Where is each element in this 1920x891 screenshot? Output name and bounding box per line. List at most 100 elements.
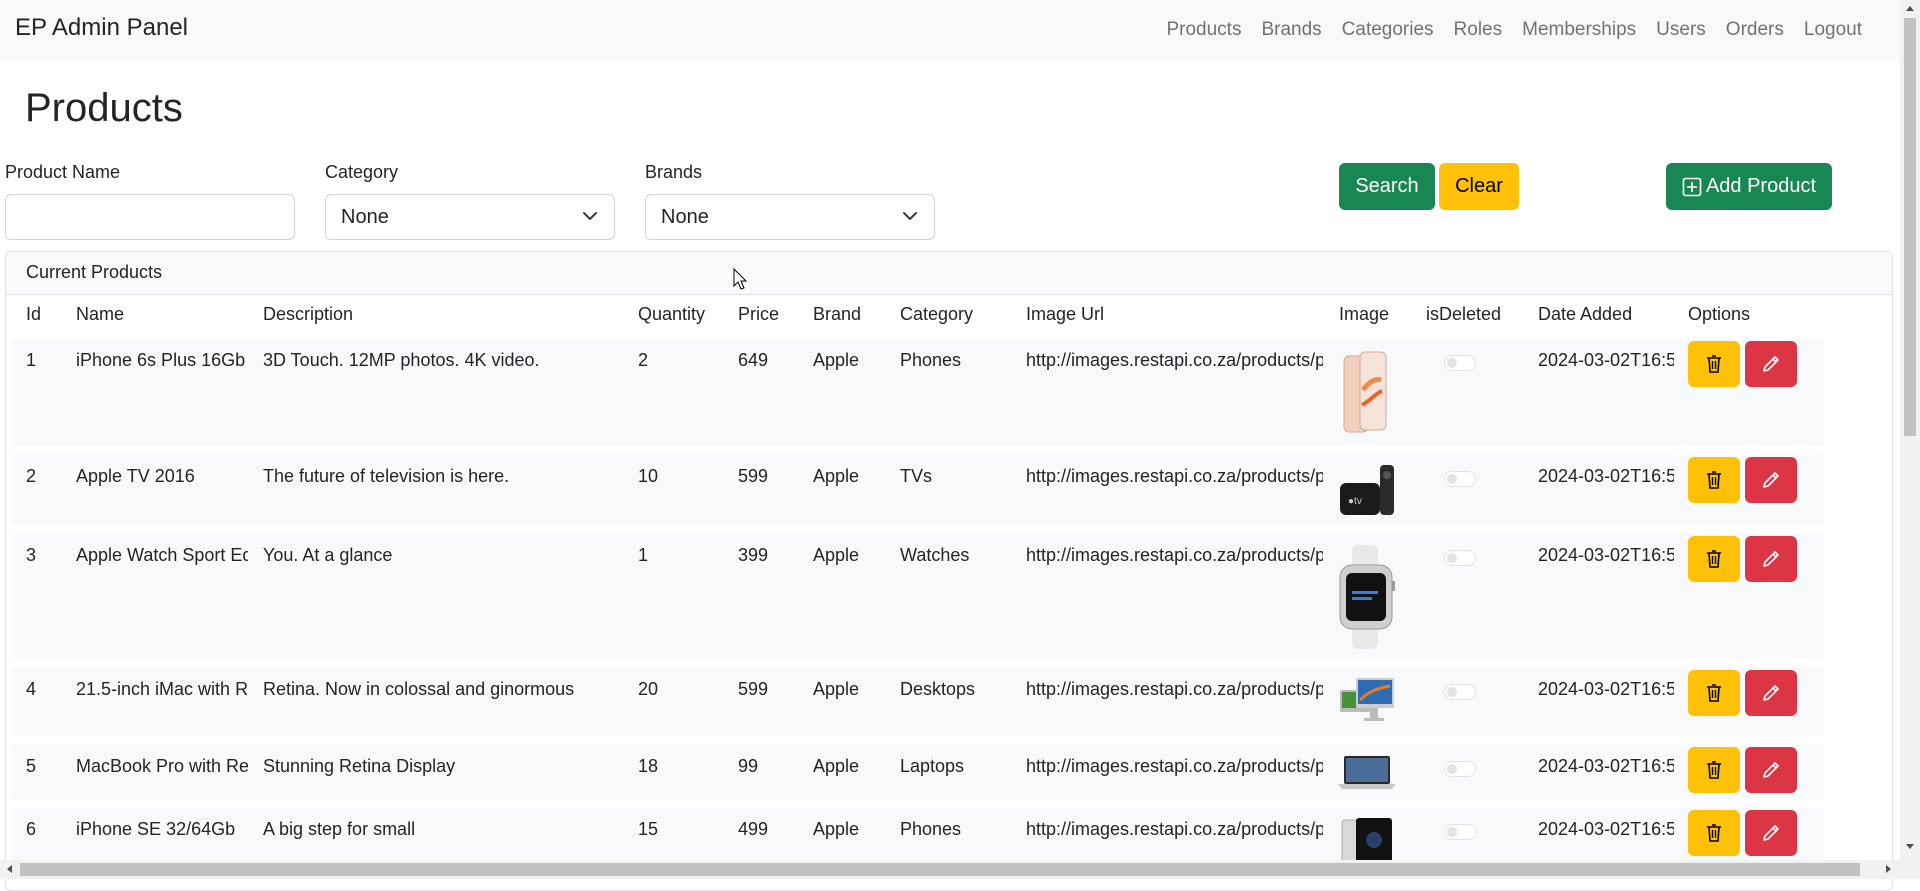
imac-image bbox=[1340, 678, 1394, 721]
category-select-value: None bbox=[341, 206, 389, 228]
edit-button[interactable] bbox=[1745, 810, 1797, 856]
search-button[interactable]: Search bbox=[1339, 163, 1435, 210]
cell-image-url: http://images.restapi.co.za/products/pr bbox=[1026, 350, 1323, 370]
delete-button[interactable] bbox=[1688, 747, 1740, 793]
edit-button[interactable] bbox=[1745, 341, 1797, 387]
cell-brand: Apple bbox=[813, 466, 860, 486]
cell-date-added: 2024-03-02T16:5 bbox=[1538, 756, 1674, 776]
delete-button[interactable] bbox=[1688, 457, 1740, 503]
cell-category: Watches bbox=[900, 545, 970, 565]
nav-link-roles[interactable]: Roles bbox=[1454, 19, 1503, 41]
cell-price: 599 bbox=[738, 679, 769, 699]
header-description: Description bbox=[263, 304, 354, 324]
cell-brand: Apple bbox=[813, 350, 860, 370]
trash-icon bbox=[1707, 471, 1721, 489]
pencil-icon bbox=[1763, 472, 1779, 488]
page-title: Products bbox=[25, 86, 183, 130]
add-product-button[interactable]: Add Product bbox=[1666, 163, 1832, 210]
cell-id: 1 bbox=[26, 350, 37, 370]
delete-button[interactable] bbox=[1688, 810, 1740, 856]
cell-description: Retina. Now in colossal and ginormous bbox=[263, 679, 575, 699]
cell-image-url: http://images.restapi.co.za/products/pr bbox=[1026, 466, 1323, 486]
product-name-input[interactable] bbox=[5, 194, 295, 240]
cell-description: You. At a glance bbox=[263, 545, 393, 565]
cell-description: Stunning Retina Display bbox=[263, 756, 456, 776]
cell-name: 21.5-inch iMac with Re bbox=[76, 679, 248, 699]
cell-brand: Apple bbox=[813, 819, 860, 839]
nav-link-categories[interactable]: Categories bbox=[1342, 19, 1434, 41]
apple-tv-image: ●tv bbox=[1340, 465, 1394, 515]
horizontal-scrollbar[interactable] bbox=[0, 860, 1920, 879]
delete-button[interactable] bbox=[1688, 536, 1740, 582]
edit-button[interactable] bbox=[1745, 457, 1797, 503]
chevron-down-icon bbox=[583, 212, 597, 220]
cell-quantity: 2 bbox=[638, 350, 649, 370]
pencil-icon bbox=[1763, 551, 1779, 567]
delete-button[interactable] bbox=[1688, 670, 1740, 716]
brands-select[interactable]: None bbox=[645, 194, 935, 240]
macbook-image bbox=[1338, 756, 1396, 789]
cell-category: Phones bbox=[900, 350, 962, 370]
is-deleted-toggle[interactable] bbox=[1444, 471, 1476, 487]
cell-brand: Apple bbox=[813, 756, 860, 776]
cell-id: 4 bbox=[26, 679, 37, 699]
vertical-scrollbar[interactable] bbox=[1900, 0, 1920, 860]
scroll-left-arrow-icon[interactable] bbox=[4, 864, 14, 874]
nav-link-logout[interactable]: Logout bbox=[1804, 19, 1862, 41]
scroll-up-arrow-icon[interactable] bbox=[1905, 3, 1915, 13]
clear-button[interactable]: Clear bbox=[1439, 163, 1519, 210]
iphone-image bbox=[1343, 351, 1387, 433]
is-deleted-toggle[interactable] bbox=[1444, 355, 1476, 371]
cell-name: Apple Watch Sport Ed bbox=[76, 545, 248, 565]
cell-price: 399 bbox=[738, 545, 769, 565]
edit-button[interactable] bbox=[1745, 747, 1797, 793]
nav-link-orders[interactable]: Orders bbox=[1726, 19, 1784, 41]
is-deleted-toggle[interactable] bbox=[1444, 761, 1476, 777]
scroll-right-arrow-icon[interactable] bbox=[1884, 864, 1894, 874]
header-is-deleted: isDeleted bbox=[1426, 304, 1502, 324]
plus-square-icon bbox=[1682, 177, 1702, 196]
header-category: Category bbox=[900, 304, 974, 324]
edit-button[interactable] bbox=[1745, 670, 1797, 716]
cell-name: Apple TV 2016 bbox=[76, 466, 195, 486]
cell-description: 3D Touch. 12MP photos. 4K video. bbox=[263, 350, 540, 370]
nav-link-users[interactable]: Users bbox=[1656, 19, 1706, 41]
cell-price: 649 bbox=[738, 350, 769, 370]
nav-link-memberships[interactable]: Memberships bbox=[1522, 19, 1636, 41]
brands-label: Brands bbox=[645, 162, 703, 182]
horizontal-scroll-thumb[interactable] bbox=[20, 863, 1860, 876]
nav-link-products[interactable]: Products bbox=[1166, 19, 1241, 41]
cell-image-url: http://images.restapi.co.za/products/pr bbox=[1026, 819, 1323, 839]
vertical-scroll-thumb[interactable] bbox=[1904, 18, 1916, 436]
pencil-icon bbox=[1763, 685, 1779, 701]
is-deleted-toggle[interactable] bbox=[1444, 684, 1476, 700]
cell-id: 2 bbox=[26, 466, 37, 486]
product-name-label: Product Name bbox=[5, 162, 121, 182]
cell-quantity: 20 bbox=[638, 679, 659, 699]
cell-description: The future of television is here. bbox=[263, 466, 510, 486]
chevron-down-icon bbox=[903, 212, 917, 220]
header-name: Name bbox=[76, 304, 125, 324]
edit-button[interactable] bbox=[1745, 536, 1797, 582]
nav-link-brands[interactable]: Brands bbox=[1261, 19, 1321, 41]
brand-title[interactable]: EP Admin Panel bbox=[15, 14, 188, 42]
is-deleted-toggle[interactable] bbox=[1444, 824, 1476, 840]
card-title: Current Products bbox=[6, 252, 1892, 295]
cell-image-url: http://images.restapi.co.za/products/pr bbox=[1026, 545, 1323, 565]
scroll-down-arrow-icon[interactable] bbox=[1905, 842, 1915, 852]
cell-id: 6 bbox=[26, 819, 37, 839]
header-image: Image bbox=[1339, 304, 1390, 324]
cell-category: Phones bbox=[900, 819, 962, 839]
pencil-icon bbox=[1763, 825, 1779, 841]
is-deleted-toggle[interactable] bbox=[1444, 550, 1476, 566]
cell-price: 499 bbox=[738, 819, 769, 839]
cell-quantity: 1 bbox=[638, 545, 649, 565]
delete-button[interactable] bbox=[1688, 341, 1740, 387]
category-select[interactable]: None bbox=[325, 194, 615, 240]
cell-category: Desktops bbox=[900, 679, 976, 699]
cell-price: 599 bbox=[738, 466, 769, 486]
trash-icon bbox=[1707, 355, 1721, 373]
cell-date-added: 2024-03-02T16:5 bbox=[1538, 819, 1674, 839]
cell-date-added: 2024-03-02T16:5 bbox=[1538, 679, 1674, 699]
pencil-icon bbox=[1763, 356, 1779, 372]
